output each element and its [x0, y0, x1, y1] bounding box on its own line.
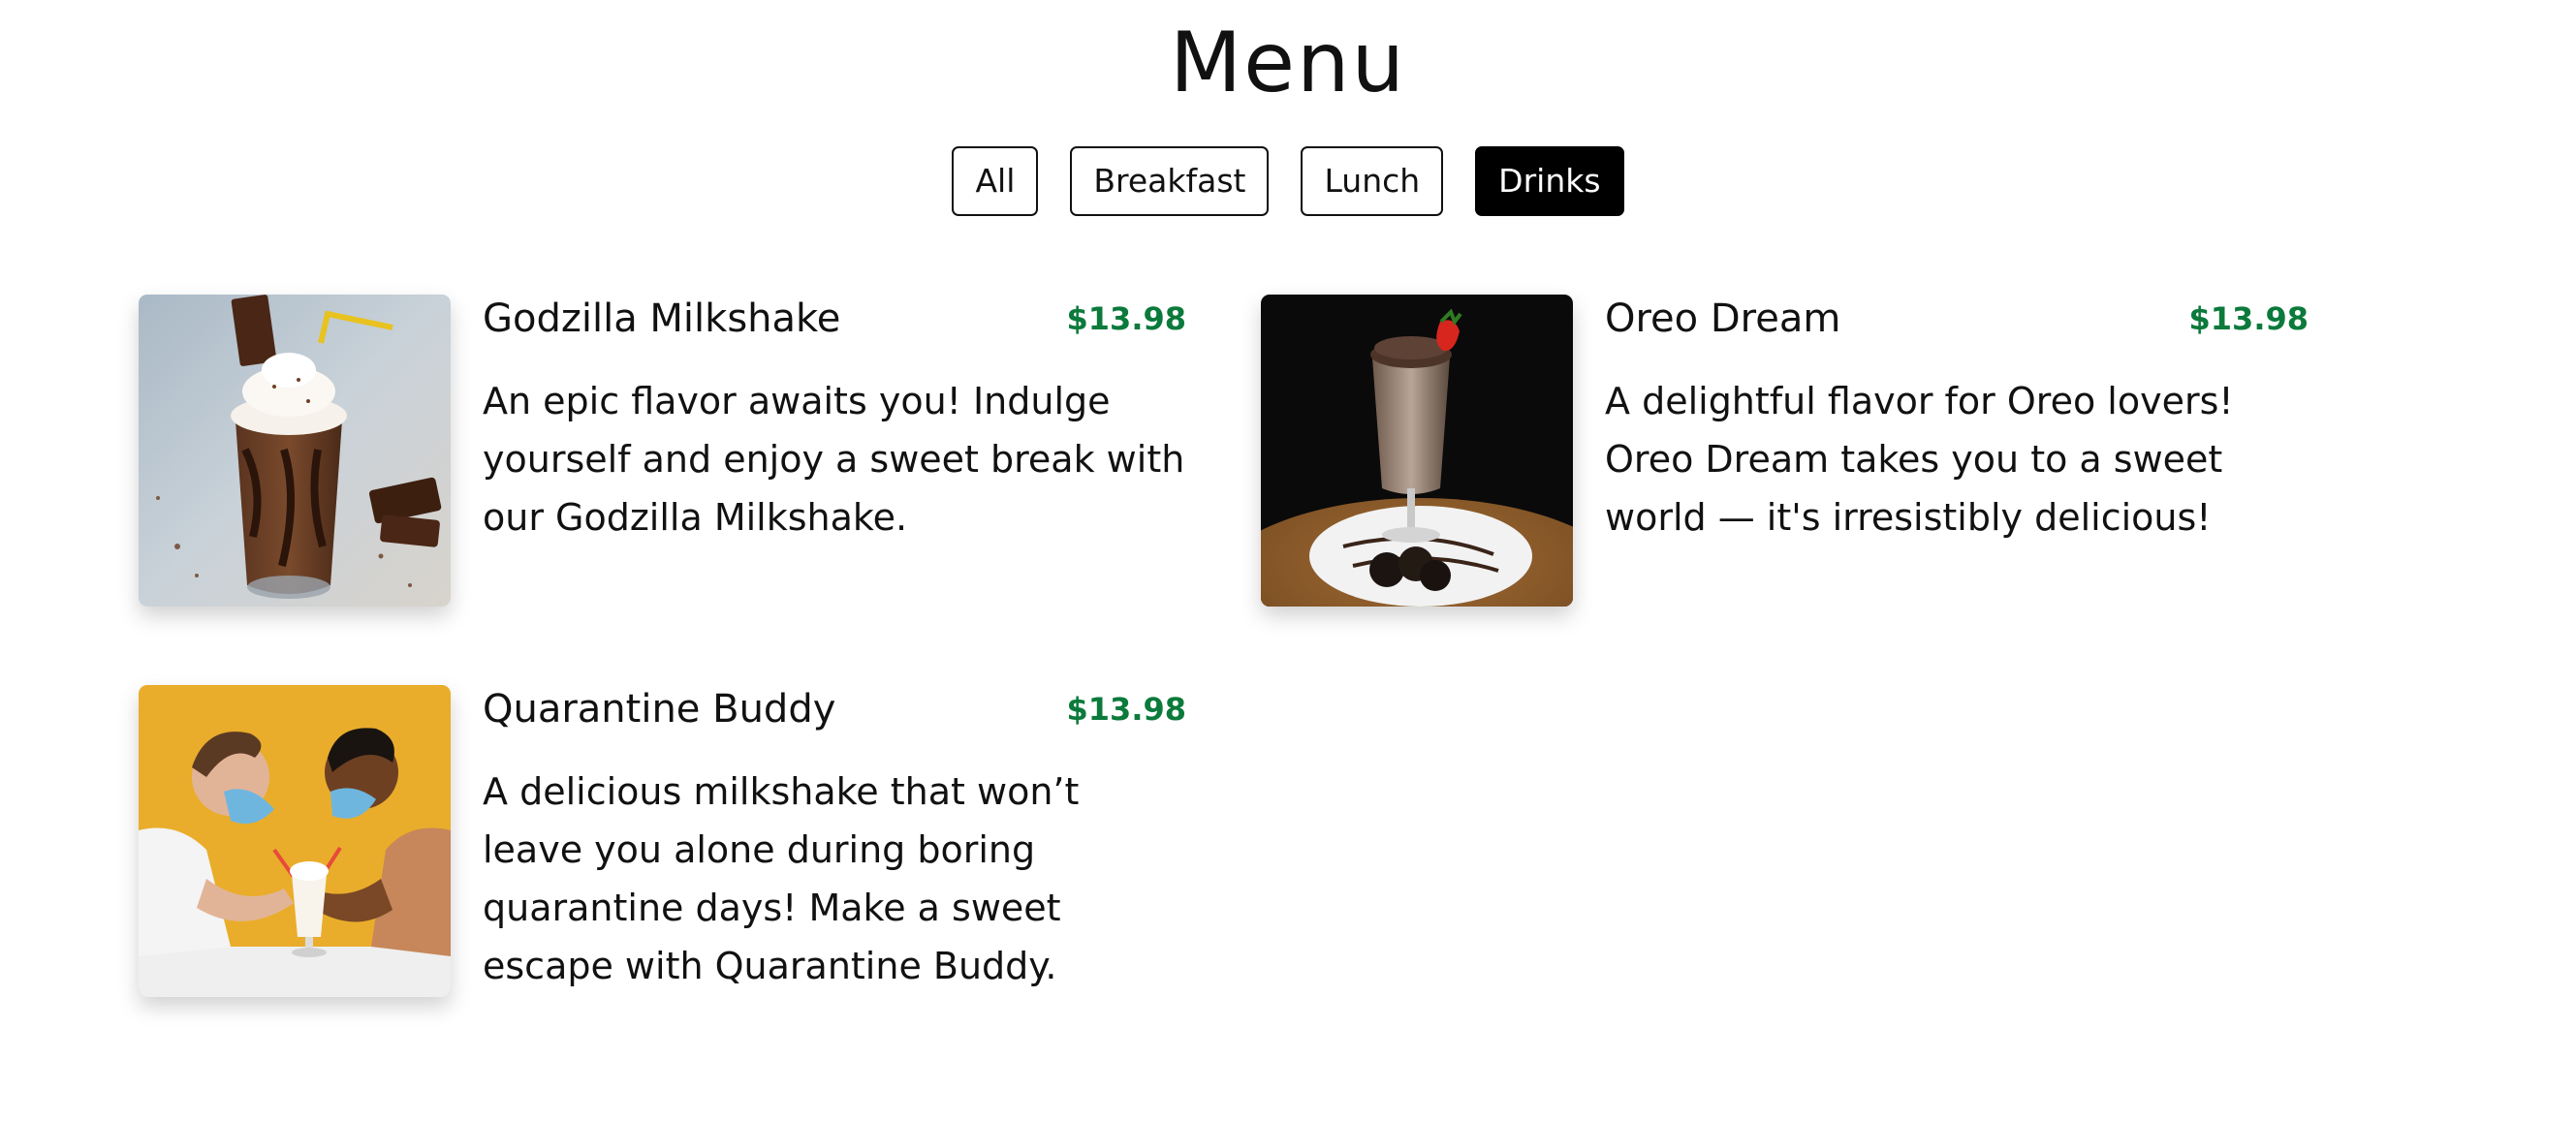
page-title: Menu [1169, 15, 1407, 111]
item-description: A delicious milkshake that won’t leave y… [483, 770, 1080, 987]
category-filter-bar: All Breakfast Lunch Drinks [0, 146, 2576, 216]
oreo-dream-photo [1261, 295, 1573, 607]
item-price: $13.98 [1066, 300, 1186, 337]
item-price: $13.98 [1066, 691, 1186, 728]
filter-lunch-button[interactable]: Lunch [1301, 146, 1444, 216]
menu-item-oreo-dream: Oreo Dream $13.98 A delightful flavor fo… [1261, 295, 2309, 607]
quarantine-buddy-photo [139, 685, 451, 997]
item-name: Quarantine Buddy [483, 687, 836, 732]
menu-item-quarantine-buddy: Quarantine Buddy $13.98 A delicious milk… [139, 685, 1186, 997]
filter-drinks-button[interactable]: Drinks [1475, 146, 1624, 216]
item-name: Godzilla Milkshake [483, 296, 841, 341]
menu-item-godzilla-milkshake: Godzilla Milkshake $13.98 An epic flavor… [139, 295, 1186, 607]
godzilla-milkshake-photo [139, 295, 451, 607]
filter-breakfast-button[interactable]: Breakfast [1070, 146, 1270, 216]
item-name: Oreo Dream [1605, 296, 1841, 341]
filter-all-button[interactable]: All [952, 146, 1039, 216]
item-description: An epic flavor awaits you! Indulge yours… [483, 380, 1185, 539]
item-description: A delightful flavor for Oreo lovers! Ore… [1605, 380, 2234, 539]
item-price: $13.98 [2188, 300, 2309, 337]
